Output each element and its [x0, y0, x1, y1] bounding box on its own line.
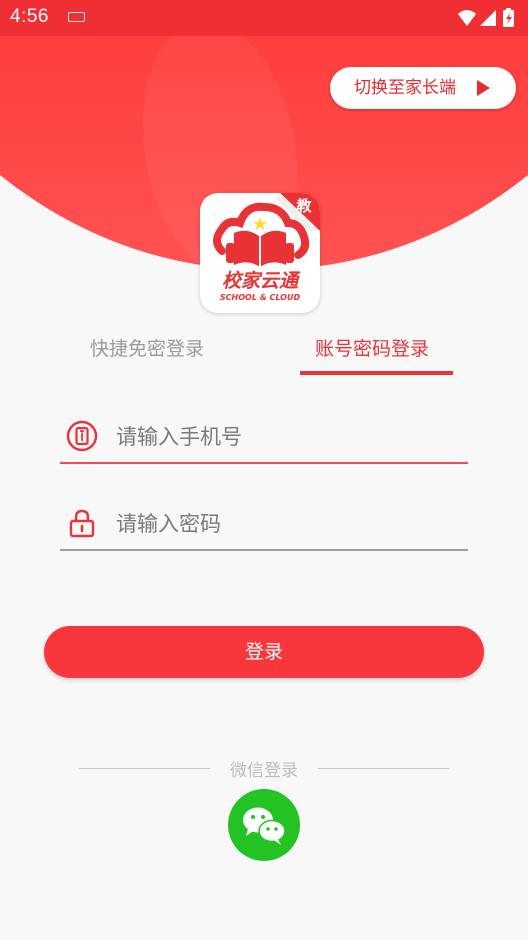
- tab-account-login[interactable]: 账号密码登录: [315, 334, 429, 361]
- keyboard-icon: [68, 12, 85, 22]
- wechat-login-button[interactable]: [228, 789, 300, 861]
- logo-name: 校家云通: [222, 270, 301, 292]
- phone-input[interactable]: [116, 418, 456, 456]
- lock-icon: [66, 507, 98, 539]
- password-field: [60, 501, 468, 551]
- login-page: 4:56 切换至家长端 教 校家云通 SCHOOL & CLOUD 快捷免密登录…: [0, 0, 528, 940]
- battery-charging-icon: [503, 8, 514, 27]
- phone-field: [60, 414, 468, 464]
- app-logo: 教 校家云通 SCHOOL & CLOUD: [200, 193, 320, 313]
- status-bar: 4:56: [0, 0, 528, 36]
- switch-to-parent-button[interactable]: 切换至家长端: [330, 67, 516, 109]
- login-button[interactable]: 登录: [44, 626, 484, 678]
- status-icons: [456, 7, 518, 29]
- divider-left: [79, 768, 210, 769]
- signal-icon: [480, 10, 496, 26]
- wechat-login-label: 微信登录: [230, 761, 298, 781]
- play-arrow-icon: [477, 80, 490, 96]
- tab-active-indicator: [300, 371, 453, 375]
- tab-quick-login[interactable]: 快捷免密登录: [90, 334, 204, 361]
- badge-text: 教: [295, 197, 312, 215]
- logo-subtitle: SCHOOL & CLOUD: [220, 293, 301, 302]
- wifi-icon: [458, 10, 476, 26]
- divider-right: [318, 768, 449, 769]
- status-time: 4:56: [10, 6, 49, 27]
- switch-to-parent-label: 切换至家长端: [354, 78, 456, 98]
- cloud-book-icon: [213, 202, 310, 267]
- password-input[interactable]: [116, 505, 456, 543]
- wechat-icon: [243, 807, 286, 845]
- phone-icon: [66, 420, 98, 452]
